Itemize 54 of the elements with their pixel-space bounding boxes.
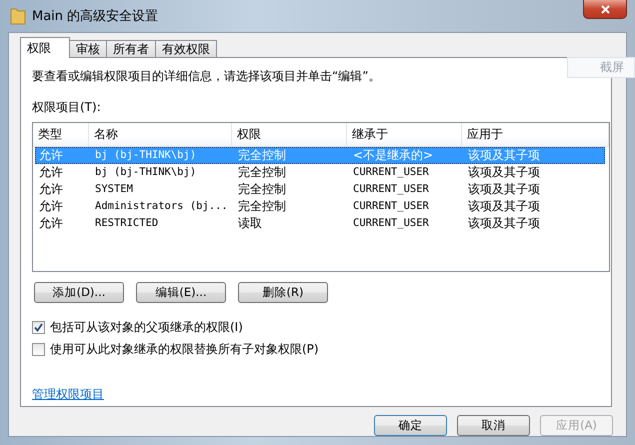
checkbox-label: 包括可从该对象的父项继承的权限(I): [50, 319, 243, 336]
list-cell-text: 该项及其子项: [467, 182, 541, 197]
list-cell-text: Administrators (bj...: [94, 199, 229, 214]
list-cell-text: 完全控制: [237, 182, 287, 197]
list-cell-text: CURRENT_USER: [352, 182, 430, 197]
list-row[interactable]: 允许 bj (bj-THINK\bj) 完全控制 CURRENT_USER 该项及其子项: [35, 164, 605, 181]
column-header[interactable]: 继承于: [347, 123, 462, 147]
list-cell-text: 该项及其子项: [467, 165, 541, 180]
action-button[interactable]: 添加(D)...: [34, 282, 124, 303]
list-cell-text: 允许: [38, 182, 64, 197]
tab[interactable]: 有效权限: [155, 40, 217, 58]
dialog-button[interactable]: 取消: [457, 415, 530, 436]
list-cell-text: 该项及其子项: [467, 216, 541, 231]
checkbox[interactable]: [32, 343, 45, 356]
list-cell-text: 允许: [38, 216, 64, 231]
close-button[interactable]: [583, 0, 627, 19]
list-cell-text: CURRENT_USER: [352, 199, 430, 214]
folder-icon: [10, 7, 26, 25]
close-icon: [600, 4, 610, 14]
list-cell-text: <不是继承的>: [352, 148, 434, 163]
list-cell-text: SYSTEM: [94, 182, 134, 197]
list-cell-text: RESTRICTED: [94, 216, 160, 231]
list-cell-text: 读取: [237, 216, 263, 231]
list-cell-text: 完全控制: [237, 165, 287, 180]
list-cell-text: 完全控制: [237, 148, 287, 163]
list-cell-text: 该项及其子项: [467, 199, 541, 214]
list-cell-text: 允许: [38, 199, 64, 214]
tab[interactable]: 审核: [69, 40, 107, 58]
checkbox-label: 使用可从此对象继承的权限替换所有子对象权限(P): [50, 341, 319, 358]
list-row[interactable]: 允许 Administrators (bj... 完全控制 CURRENT_USER 该项及其子项: [35, 198, 605, 215]
checkbox[interactable]: [32, 321, 45, 334]
instruction-text: 要查看或编辑权限项目的详细信息，请选择该项目并单击“编辑”。: [32, 68, 382, 85]
list-cell-text: CURRENT_USER: [352, 165, 430, 180]
list-cell-text: 该项及其子项: [467, 148, 541, 163]
list-cell-text: CURRENT_USER: [352, 216, 430, 231]
action-button[interactable]: 编辑(E)...: [136, 282, 226, 303]
list-label: 权限项目(T):: [32, 99, 102, 116]
list-cell-text: bj (bj-THINK\bj): [94, 165, 198, 180]
tab[interactable]: 所有者: [106, 40, 156, 58]
column-header[interactable]: 权限: [232, 123, 347, 147]
column-header[interactable]: 名称: [89, 123, 232, 147]
column-header[interactable]: 类型: [33, 123, 89, 147]
list-cell-text: 允许: [38, 148, 64, 163]
tab[interactable]: 权限: [20, 37, 70, 58]
action-button[interactable]: 删除(R): [238, 282, 328, 303]
column-header[interactable]: 应用于: [462, 123, 609, 147]
list-row[interactable]: 允许 SYSTEM 完全控制 CURRENT_USER 该项及其子项: [35, 181, 605, 198]
list-cell-text: 完全控制: [237, 199, 287, 214]
list-cell-text: bj (bj-THINK\bj): [94, 148, 198, 163]
manage-link[interactable]: 管理权限项目: [32, 386, 104, 403]
list-row[interactable]: 允许 RESTRICTED 读取 CURRENT_USER 该项及其子项: [35, 215, 605, 232]
window-title: Main 的高级安全设置: [32, 8, 158, 25]
list-cell-text: 允许: [38, 165, 64, 180]
dialog-button[interactable]: 确定: [374, 415, 447, 436]
